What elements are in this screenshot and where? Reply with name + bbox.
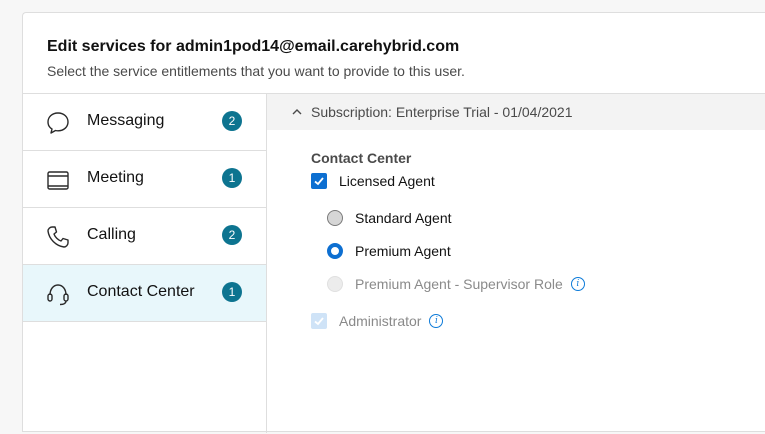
administrator-label: Administrator [339, 313, 422, 329]
option-label: Premium Agent [355, 243, 451, 259]
sidebar-item-contact-center[interactable]: Contact Center 1 [23, 265, 266, 322]
check-icon [314, 177, 324, 186]
sidebar-item-calling[interactable]: Calling 2 [23, 208, 266, 265]
panel-header: Edit services for admin1pod14@email.care… [47, 37, 465, 80]
administrator-checkbox [311, 313, 327, 329]
count-badge: 2 [222, 111, 242, 131]
subscription-label: Subscription: Enterprise Trial - 01/04/2… [311, 104, 573, 120]
standard-agent-radio[interactable] [327, 210, 343, 226]
premium-agent-radio[interactable] [327, 243, 343, 259]
sidebar-item-label: Meeting [87, 169, 144, 186]
chevron-up-icon[interactable] [291, 106, 303, 118]
sidebar-item-label: Contact Center [87, 283, 195, 300]
count-badge: 1 [222, 282, 242, 302]
sidebar-item-meeting[interactable]: Meeting 1 [23, 151, 266, 208]
count-badge: 2 [222, 225, 242, 245]
page-title: Edit services for admin1pod14@email.care… [47, 38, 460, 55]
option-label: Standard Agent [355, 210, 452, 226]
count-badge: 1 [222, 168, 242, 188]
chat-bubble-icon [47, 112, 69, 134]
sidebar-item-label: Calling [87, 226, 136, 243]
info-icon[interactable]: i [570, 277, 585, 291]
premium-agent-option[interactable]: Premium Agent [327, 243, 451, 259]
phone-icon [47, 226, 69, 248]
sidebar-item-label: Messaging [87, 112, 165, 129]
option-label: Premium Agent - Supervisor Role [355, 276, 563, 292]
service-content: Subscription: Enterprise Trial - 01/04/2… [267, 93, 765, 434]
administrator-row: Administrator i [311, 313, 444, 329]
supervisor-role-option: Premium Agent - Supervisor Role i [327, 276, 585, 292]
licensed-agent-label: Licensed Agent [339, 173, 435, 189]
subscription-header[interactable]: Subscription: Enterprise Trial - 01/04/2… [267, 94, 765, 130]
sidebar-item-messaging[interactable]: Messaging 2 [23, 94, 266, 151]
licensed-agent-checkbox[interactable] [311, 173, 327, 189]
supervisor-role-radio [327, 276, 343, 292]
standard-agent-option[interactable]: Standard Agent [327, 210, 452, 226]
headset-icon [47, 284, 69, 306]
calendar-icon [47, 171, 69, 190]
info-icon[interactable]: i [429, 314, 444, 328]
page-subtitle: Select the service entitlements that you… [47, 63, 465, 79]
service-sidebar: Messaging 2 Meeting 1 Calling 2 Contact … [23, 93, 267, 433]
edit-services-panel: Edit services for admin1pod14@email.care… [22, 12, 765, 434]
check-icon [314, 317, 324, 326]
licensed-agent-row: Licensed Agent [311, 173, 435, 189]
section-title: Contact Center [311, 150, 412, 166]
